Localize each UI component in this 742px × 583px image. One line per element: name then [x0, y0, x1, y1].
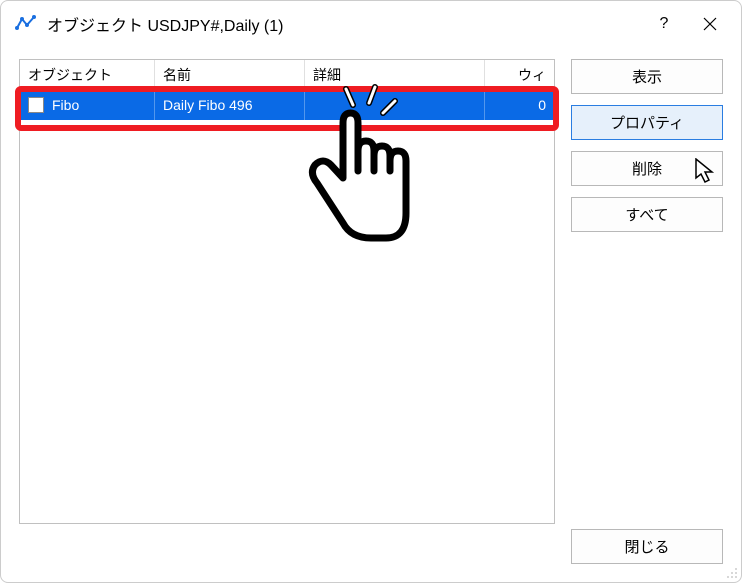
cell-object: Fibo [20, 90, 155, 120]
dialog-body: オブジェクト 名前 詳細 ウィ Fibo Daily Fibo 496 0 [1, 47, 741, 582]
dialog-window: オブジェクト USDJPY#,Daily (1) ? オブジェクト 名前 詳細 … [0, 0, 742, 583]
close-button[interactable]: 閉じる [571, 529, 723, 564]
close-window-button[interactable] [687, 1, 733, 47]
spacer [571, 243, 723, 518]
title-bar: オブジェクト USDJPY#,Daily (1) ? [1, 1, 741, 47]
resize-grip-icon[interactable] [723, 564, 739, 580]
delete-button[interactable]: 削除 [571, 151, 723, 186]
cell-detail [305, 90, 485, 120]
cell-object-text: Fibo [52, 97, 79, 113]
app-icon [15, 13, 37, 35]
header-detail[interactable]: 詳細 [305, 60, 485, 90]
window-title: オブジェクト USDJPY#,Daily (1) [47, 12, 641, 36]
header-object[interactable]: オブジェクト [20, 60, 155, 90]
object-table[interactable]: オブジェクト 名前 詳細 ウィ Fibo Daily Fibo 496 0 [19, 59, 555, 524]
button-panel: 表示 プロパティ 削除 すべて 閉じる [571, 59, 723, 564]
header-name[interactable]: 名前 [155, 60, 305, 90]
help-button[interactable]: ? [641, 1, 687, 47]
header-window[interactable]: ウィ [485, 60, 554, 90]
table-row[interactable]: Fibo Daily Fibo 496 0 [20, 90, 554, 120]
row-checkbox[interactable] [28, 97, 44, 113]
cell-window: 0 [485, 90, 554, 120]
show-button[interactable]: 表示 [571, 59, 723, 94]
cell-name: Daily Fibo 496 [155, 90, 305, 120]
properties-button[interactable]: プロパティ [571, 105, 723, 140]
table-header-row: オブジェクト 名前 詳細 ウィ [20, 60, 554, 90]
all-button[interactable]: すべて [571, 197, 723, 232]
object-list-area: オブジェクト 名前 詳細 ウィ Fibo Daily Fibo 496 0 [19, 59, 555, 564]
